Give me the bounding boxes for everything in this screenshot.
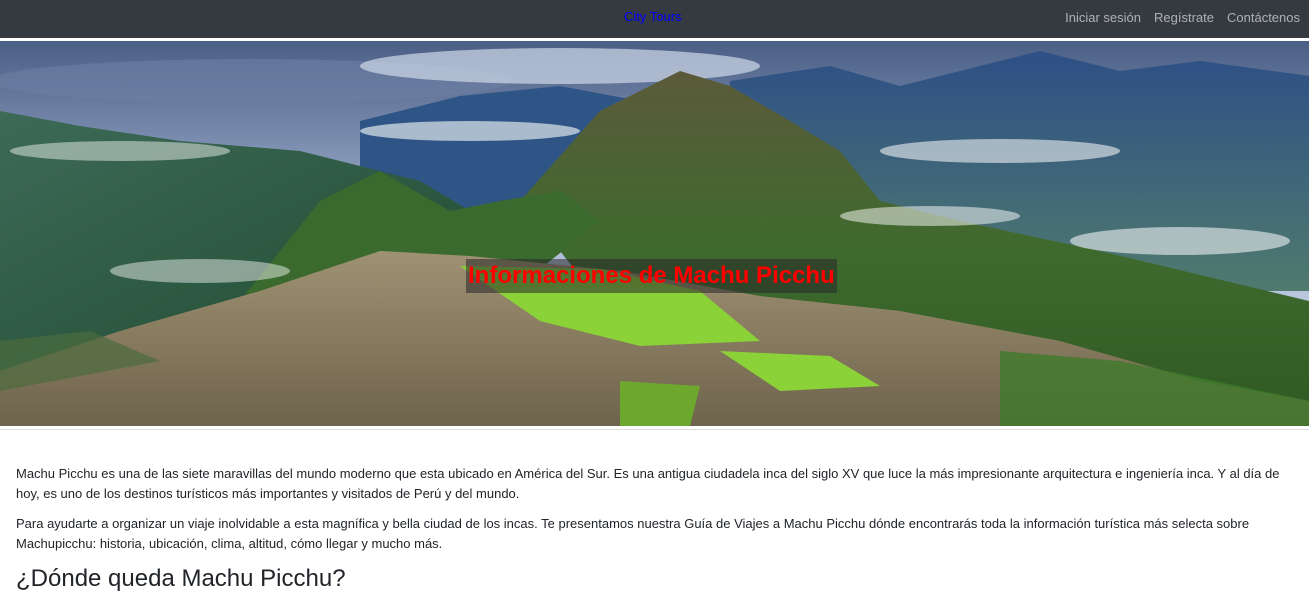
section-heading: ¿Dónde queda Machu Picchu?	[16, 565, 346, 592]
navbar: City Tours Iniciar sesión Regístrate Con…	[0, 0, 1309, 38]
main-content: Machu Picchu es una de las siete maravil…	[16, 464, 1296, 594]
hero-banner: Informaciones de Machu Picchu	[0, 41, 1309, 426]
brand-link[interactable]: City Tours	[624, 9, 682, 24]
nav-links: Iniciar sesión Regístrate Contáctenos	[1065, 10, 1300, 25]
hero-title-box: Informaciones de Machu Picchu	[466, 259, 837, 293]
login-link[interactable]: Iniciar sesión	[1065, 10, 1141, 25]
machu-picchu-photo	[0, 41, 1309, 426]
intro-paragraph: Machu Picchu es una de las siete maravil…	[16, 466, 1280, 501]
divider	[0, 429, 1309, 430]
contact-link[interactable]: Contáctenos	[1227, 10, 1300, 25]
guide-paragraph: Para ayudarte a organizar un viaje inolv…	[16, 516, 1250, 551]
register-link[interactable]: Regístrate	[1154, 10, 1214, 25]
hero-title: Informaciones de Machu Picchu	[468, 262, 835, 289]
